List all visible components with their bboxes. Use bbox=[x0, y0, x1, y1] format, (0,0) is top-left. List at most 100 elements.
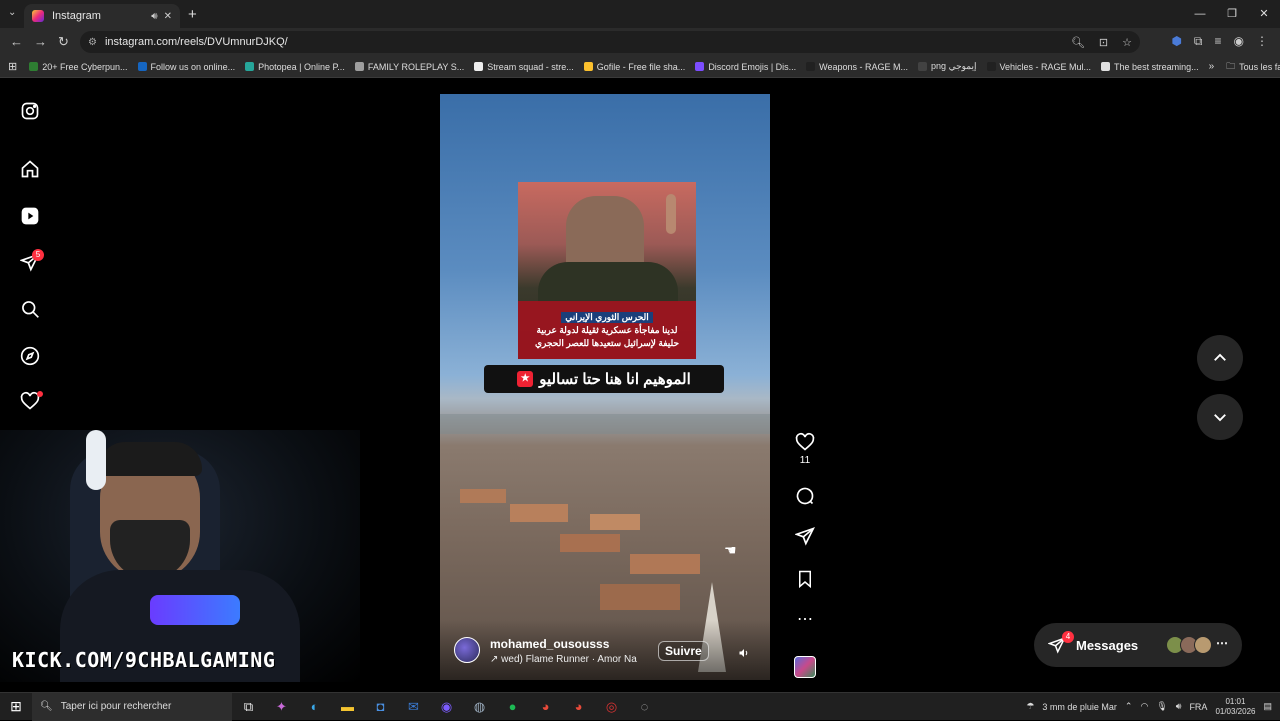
like-action[interactable]: 11 bbox=[792, 432, 818, 466]
url-text[interactable]: instagram.com/reels/DVUmnurDJKQ/ bbox=[105, 36, 288, 48]
chrome-profile-icon[interactable]: ◕ bbox=[562, 699, 595, 714]
share-icon bbox=[795, 527, 815, 546]
audio-arrow-icon: ↗ bbox=[490, 654, 502, 665]
chrome-icon[interactable]: ◕ bbox=[529, 699, 562, 714]
volume-icon[interactable]: 🔊︎ bbox=[1176, 701, 1182, 712]
author-name[interactable]: mohamed_ousousss bbox=[490, 637, 609, 651]
extensions-puzzle-icon[interactable]: ⧉ bbox=[1194, 34, 1203, 49]
zoom-icon[interactable]: 🔍︎ bbox=[1071, 36, 1085, 49]
install-app-icon[interactable]: ⊡ bbox=[1099, 36, 1108, 49]
like-count: 11 bbox=[799, 455, 811, 466]
new-tab-button[interactable]: + bbox=[188, 6, 197, 23]
banner-emoji-icon: ★ bbox=[517, 371, 534, 387]
bookmark-item[interactable]: Vehicles - RAGE Mul... bbox=[986, 61, 1091, 72]
more-options-icon[interactable]: ⋯ bbox=[792, 612, 818, 628]
reload-button[interactable]: ↻ bbox=[58, 34, 69, 50]
bookmark-item[interactable]: 20+ Free Cyberpun... bbox=[29, 61, 128, 72]
address-toolbar: ← → ↻ ⚙ instagram.com/reels/DVUmnurDJKQ/… bbox=[0, 28, 1280, 56]
microphone bbox=[150, 595, 240, 625]
steam-icon[interactable]: ◍ bbox=[463, 699, 496, 715]
apps-grid-icon[interactable]: ⊞ bbox=[8, 60, 17, 73]
taskbar-search[interactable]: 🔍︎ Taper ici pour rechercher bbox=[32, 692, 232, 721]
tab-close-icon[interactable]: ✕ bbox=[164, 11, 172, 22]
start-button[interactable]: ⊞ bbox=[0, 698, 32, 715]
clock-date: 01/03/2026 bbox=[1215, 706, 1256, 716]
bookmark-item[interactable]: Photopea | Online P... bbox=[245, 61, 345, 72]
reel-video[interactable]: الحرس الثوري الإيراني لدينا مفاجأة عسكري… bbox=[440, 94, 770, 680]
home-icon[interactable] bbox=[18, 157, 42, 181]
search-icon[interactable] bbox=[18, 297, 42, 321]
close-window-button[interactable]: ✕ bbox=[1248, 0, 1280, 28]
tray-overflow-icon[interactable]: ⌃ bbox=[1125, 701, 1133, 712]
restore-button[interactable]: ❐ bbox=[1216, 0, 1248, 28]
shield-extension-icon[interactable]: ⬢ bbox=[1171, 34, 1181, 49]
store-icon[interactable]: ◘ bbox=[364, 699, 397, 714]
previous-reel-button[interactable] bbox=[1197, 335, 1243, 381]
profile-avatar-icon[interactable]: ◉ bbox=[1234, 34, 1244, 49]
forward-button[interactable]: → bbox=[34, 34, 47, 49]
back-button[interactable]: ← bbox=[10, 34, 23, 49]
clock[interactable]: 01:01 01/03/2026 bbox=[1215, 697, 1255, 717]
bookmark-item[interactable]: Discord Emojis | Dis... bbox=[695, 61, 796, 72]
village-building bbox=[460, 489, 506, 503]
discord-icon[interactable]: ◉ bbox=[430, 699, 463, 715]
tab-search-chevron-icon[interactable]: ⌄ bbox=[8, 7, 16, 18]
bookmarks-bar: ⊞ 20+ Free Cyberpun... Follow us on onlin… bbox=[0, 56, 1280, 78]
site-info-icon[interactable]: ⚙ bbox=[88, 37, 97, 48]
save-action[interactable] bbox=[792, 569, 818, 589]
weather-text[interactable]: 3 mm de pluie Mar bbox=[1042, 702, 1117, 712]
minimize-button[interactable]: — bbox=[1184, 0, 1216, 28]
share-action[interactable] bbox=[792, 526, 818, 546]
instagram-logo-icon[interactable] bbox=[18, 99, 42, 123]
browser-menu-icon[interactable]: ⋮ bbox=[1256, 34, 1268, 49]
explore-icon[interactable] bbox=[18, 344, 42, 368]
obs-icon[interactable]: ◎ bbox=[595, 699, 628, 715]
app-icon[interactable]: ◌ bbox=[628, 699, 661, 714]
bookmark-label: Discord Emojis | Dis... bbox=[708, 61, 797, 72]
tab-instagram[interactable]: Instagram 🔊︎ ✕ bbox=[24, 4, 180, 28]
spotify-icon[interactable]: ● bbox=[496, 699, 529, 714]
bookmark-item[interactable]: Weapons - RAGE M... bbox=[806, 61, 908, 72]
bookmark-item[interactable]: Stream squad - stre... bbox=[474, 61, 574, 72]
all-bookmarks-folder[interactable]: 🗀 Tous les favoris bbox=[1226, 59, 1280, 75]
edge-icon[interactable]: ◐ bbox=[298, 699, 331, 714]
messages-label: Messages bbox=[1076, 637, 1139, 653]
mail-icon[interactable]: ✉ bbox=[397, 699, 430, 715]
weather-icon[interactable]: ☂ bbox=[1026, 701, 1034, 712]
hand-cursor-icon: ☚ bbox=[724, 542, 737, 558]
bookmarks-overflow-icon[interactable]: » bbox=[1209, 61, 1215, 72]
bookmark-favicon-icon bbox=[918, 62, 928, 71]
follow-button[interactable]: Suivre bbox=[658, 641, 709, 661]
omnibox[interactable]: ⚙ instagram.com/reels/DVUmnurDJKQ/ 🔍︎ ⊡ … bbox=[80, 31, 1140, 53]
wifi-icon[interactable]: ◠ bbox=[1140, 701, 1148, 712]
bookmark-item[interactable]: Follow us on online... bbox=[137, 61, 235, 72]
comment-action[interactable] bbox=[792, 486, 818, 506]
notifications-dot bbox=[37, 391, 43, 397]
media-controls-icon[interactable]: ≡ bbox=[1215, 34, 1222, 49]
language-indicator[interactable]: FRA bbox=[1189, 702, 1207, 712]
bookmark-favicon-icon bbox=[1101, 62, 1111, 71]
microphone-icon[interactable]: 🎙︎ bbox=[1156, 701, 1167, 712]
message-avatar bbox=[1194, 636, 1212, 654]
messages-pill[interactable]: Messages ⋯ bbox=[1034, 623, 1242, 667]
bookmark-label: Gofile - Free file sha... bbox=[596, 61, 686, 72]
audio-thumbnail[interactable] bbox=[794, 656, 816, 678]
reel-audio-line[interactable]: ↗ wed) Flame Runner · Amor Na bbox=[490, 654, 650, 665]
author-avatar[interactable] bbox=[454, 637, 480, 663]
bookmark-favicon-icon bbox=[354, 62, 364, 71]
reels-icon[interactable] bbox=[18, 204, 42, 228]
bookmark-star-icon[interactable]: ☆ bbox=[1122, 36, 1132, 49]
bookmark-item[interactable]: Gofile - Free file sha... bbox=[583, 61, 686, 72]
distant-hills bbox=[440, 414, 770, 434]
task-view-icon[interactable]: ⧉ bbox=[232, 699, 265, 715]
bookmark-item[interactable]: The best streaming... bbox=[1101, 61, 1199, 72]
tab-audio-icon[interactable]: 🔊︎ bbox=[151, 11, 157, 22]
bookmark-item[interactable]: FAMILY ROLEPLAY S... bbox=[354, 61, 464, 72]
bookmark-item[interactable]: png إيموجي bbox=[918, 61, 977, 72]
next-reel-button[interactable] bbox=[1197, 394, 1243, 440]
notifications-center-icon[interactable]: ▤ bbox=[1263, 701, 1272, 712]
file-explorer-icon[interactable]: ▬ bbox=[331, 699, 364, 714]
bookmark-label: 20+ Free Cyberpun... bbox=[42, 61, 128, 72]
copilot-icon[interactable]: ✦ bbox=[265, 699, 298, 715]
mute-toggle-icon[interactable] bbox=[738, 647, 750, 662]
